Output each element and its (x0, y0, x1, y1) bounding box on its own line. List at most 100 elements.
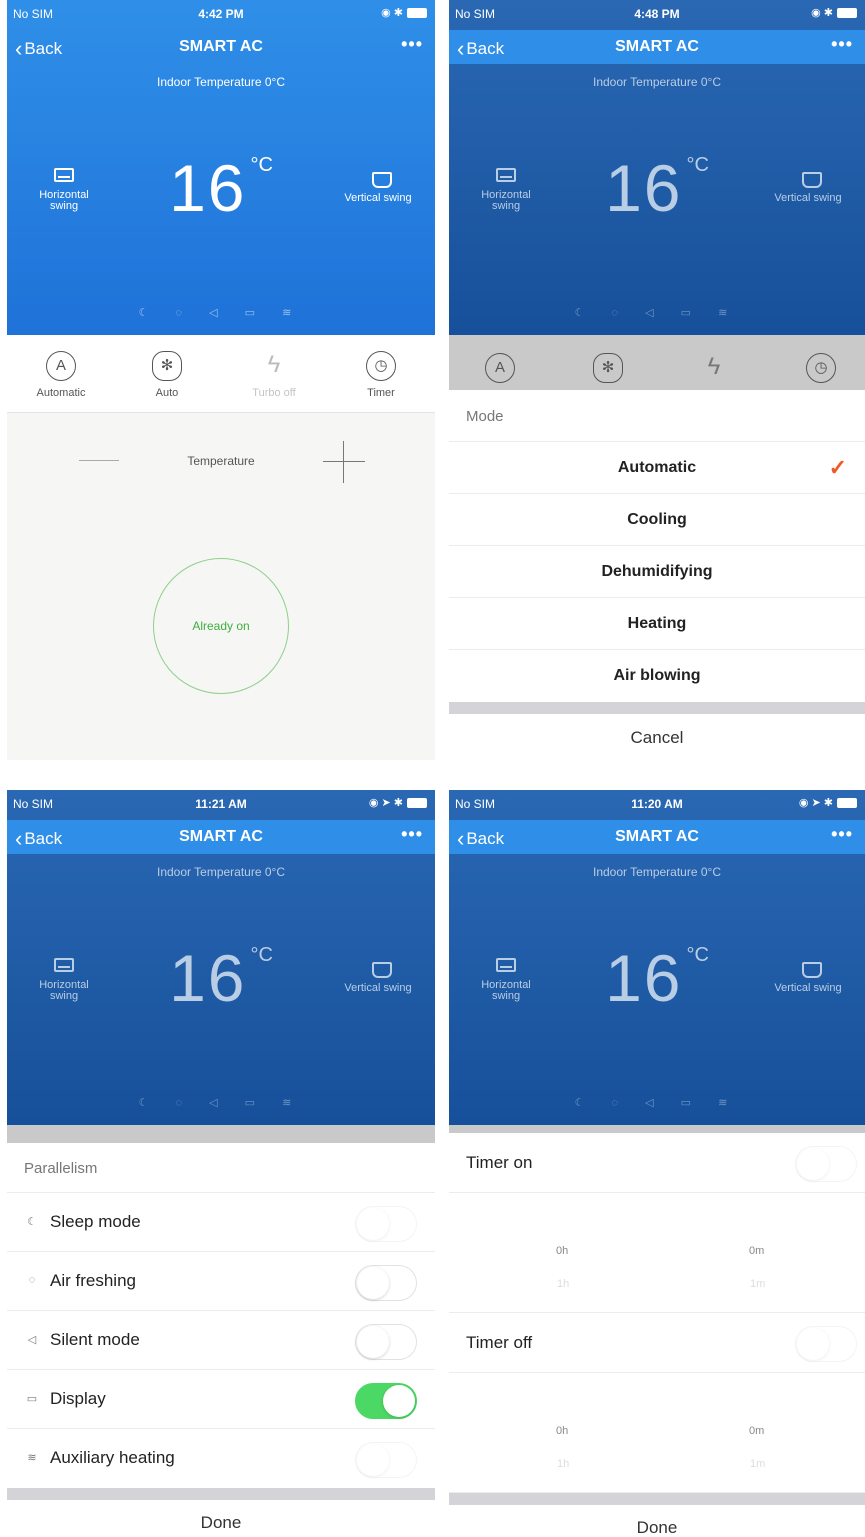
status-bar: No SIM 4:48 PM ◉ ✱ (449, 0, 865, 28)
fresh-icon: ◌ (28, 1274, 36, 1286)
sheet-title: Mode (449, 390, 865, 442)
parallel-item-display: ▭ Display (7, 1370, 435, 1429)
navbar: ‹ Back SMART AC ••• (449, 820, 865, 854)
hero: No SIM 11:20 AM ◉ ➤ ✱ ‹ Back SMART AC •••… (449, 790, 865, 1125)
timer-on-row: Timer on (449, 1133, 865, 1193)
battery-icon (837, 798, 857, 809)
increase-temperature-button[interactable] (323, 441, 365, 483)
status-icons: ◉ ➤ ✱ (799, 796, 857, 809)
status-bar: No SIM 11:20 AM ◉ ➤ ✱ (449, 790, 865, 818)
status-bar: No SIM 4:42 PM ◉ ✱ (7, 0, 435, 28)
vertical-swing-icon (372, 172, 392, 188)
mode-sheet: Mode Automatic ✓ Cooling Dehumidifying He… (449, 390, 865, 760)
page-title: SMART AC (615, 828, 699, 845)
timer-off-picker[interactable]: 0h 1h 0m 1m (449, 1373, 865, 1493)
page-title: SMART AC (615, 38, 699, 55)
status-bar: No SIM 11:21 AM ◉ ➤ ✱ (7, 790, 435, 818)
more-button[interactable]: ••• (401, 34, 423, 55)
bolt-icon: ϟ (707, 353, 721, 380)
mode-option-dehumidifying[interactable]: Dehumidifying (449, 546, 865, 598)
vertical-swing-button[interactable]: Vertical swing (765, 172, 851, 204)
air-freshing-toggle[interactable] (355, 1265, 417, 1301)
timer-on-toggle[interactable] (795, 1146, 857, 1182)
clock: 4:42 PM (198, 7, 244, 21)
screen-parallelism-sheet: No SIM 11:21 AM ◉ ➤ ✱ ‹ Back SMART AC •••… (7, 790, 435, 1537)
fan-button[interactable]: ✻ Auto (127, 351, 207, 399)
fan-icon: ✻ (152, 351, 182, 381)
heat-icon: ≋ (27, 1452, 37, 1464)
separator (449, 702, 865, 714)
done-button[interactable]: Done (7, 1500, 435, 1537)
parallel-item-silent: ◁ Silent mode (7, 1311, 435, 1370)
mode-button[interactable]: A Automatic (21, 351, 101, 399)
checkmark-icon: ✓ (828, 455, 847, 480)
vertical-swing-icon (802, 962, 822, 978)
power-button[interactable]: Already on (153, 558, 289, 694)
function-icons: ☾ ◌ ◁ ▭ ≋ (138, 1097, 304, 1109)
done-button[interactable]: Done (449, 1505, 865, 1537)
separator (7, 1488, 435, 1500)
hero: No SIM 11:21 AM ◉ ➤ ✱ ‹ Back SMART AC •••… (7, 790, 435, 1125)
navbar: ‹ Back SMART AC ••• (449, 30, 865, 64)
mode-bar-dimmed: A ✻ ϟ ◷ (449, 335, 865, 390)
battery-icon (407, 798, 427, 809)
parallel-item-sleep: ☾ Sleep mode (7, 1193, 435, 1252)
function-icons: ☾ ◌ ◁ ▭ ≋ (138, 307, 304, 319)
display-toggle[interactable] (355, 1383, 417, 1419)
clock: 4:48 PM (634, 7, 680, 21)
timer-off-row: Timer off (449, 1313, 865, 1373)
more-button[interactable]: ••• (401, 824, 423, 845)
speaker-icon: ◁ (27, 1334, 37, 1346)
hero: No SIM 4:42 PM ◉ ✱ ‹ Back SMART AC ••• In… (7, 0, 435, 335)
timer-sheet: Timer on 0h 1h 0m 1m Timer off 0h 1h 0m … (449, 1133, 865, 1537)
screen-main: No SIM 4:42 PM ◉ ✱ ‹ Back SMART AC ••• In… (7, 0, 435, 760)
page-title: SMART AC (179, 828, 263, 845)
clock-icon: ◷ (806, 353, 836, 383)
mode-option-air-blowing[interactable]: Air blowing (449, 650, 865, 702)
mode-option-heating[interactable]: Heating (449, 598, 865, 650)
indoor-temperature: Indoor Temperature 0°C (593, 865, 721, 879)
vertical-swing-icon (802, 172, 822, 188)
temperature-control: Temperature Already on (7, 413, 435, 760)
automatic-icon: A (46, 351, 76, 381)
fan-icon: ✻ (593, 353, 623, 383)
navbar: ‹ Back SMART AC ••• (7, 820, 435, 854)
mode-option-automatic[interactable]: Automatic ✓ (449, 442, 865, 494)
clock-icon: ◷ (366, 351, 396, 381)
battery-icon (407, 8, 427, 19)
vertical-swing-icon (372, 962, 392, 978)
silent-toggle[interactable] (355, 1324, 417, 1360)
status-icons: ◉ ✱ (381, 6, 427, 19)
status-icons: ◉ ➤ ✱ (369, 796, 427, 809)
turbo-button[interactable]: ϟ Turbo off (234, 351, 314, 399)
screen-mode-sheet: No SIM 4:48 PM ◉ ✱ ‹ Back SMART AC ••• In… (449, 0, 865, 760)
status-icons: ◉ ✱ (811, 6, 857, 19)
vertical-swing-button[interactable]: Vertical swing (765, 962, 851, 994)
more-button[interactable]: ••• (831, 34, 853, 55)
timer-off-toggle[interactable] (795, 1326, 857, 1362)
power-status: Already on (192, 619, 250, 633)
display-icon: ▭ (26, 1393, 38, 1405)
vertical-swing-button[interactable]: Vertical swing (335, 962, 421, 994)
more-button[interactable]: ••• (831, 824, 853, 845)
mode-bar: A Automatic ✻ Auto ϟ Turbo off ◷ Timer (7, 335, 435, 413)
parallel-item-air-freshing: ◌ Air freshing (7, 1252, 435, 1311)
parallel-item-aux-heating: ≋ Auxiliary heating (7, 1429, 435, 1488)
automatic-icon: A (485, 353, 515, 383)
moon-icon: ☾ (27, 1216, 37, 1228)
cancel-button[interactable]: Cancel (449, 714, 865, 760)
aux-heating-toggle[interactable] (355, 1442, 417, 1478)
mode-bar-dimmed (7, 1125, 435, 1143)
sheet-title: Parallelism (7, 1143, 435, 1193)
bolt-icon: ϟ (267, 351, 281, 378)
timer-button[interactable]: ◷ Timer (341, 351, 421, 399)
mode-bar-dimmed (449, 1125, 865, 1133)
vertical-swing-button[interactable]: Vertical swing (335, 172, 421, 204)
sleep-toggle[interactable] (355, 1206, 417, 1242)
function-icons: ☾ ◌ ◁ ▭ ≋ (574, 1097, 740, 1109)
battery-icon (837, 8, 857, 19)
timer-on-picker[interactable]: 0h 1h 0m 1m (449, 1193, 865, 1313)
function-icons: ☾ ◌ ◁ ▭ ≋ (574, 307, 740, 319)
mode-option-cooling[interactable]: Cooling (449, 494, 865, 546)
parallelism-sheet: Parallelism ☾ Sleep mode ◌ Air freshing … (7, 1143, 435, 1537)
